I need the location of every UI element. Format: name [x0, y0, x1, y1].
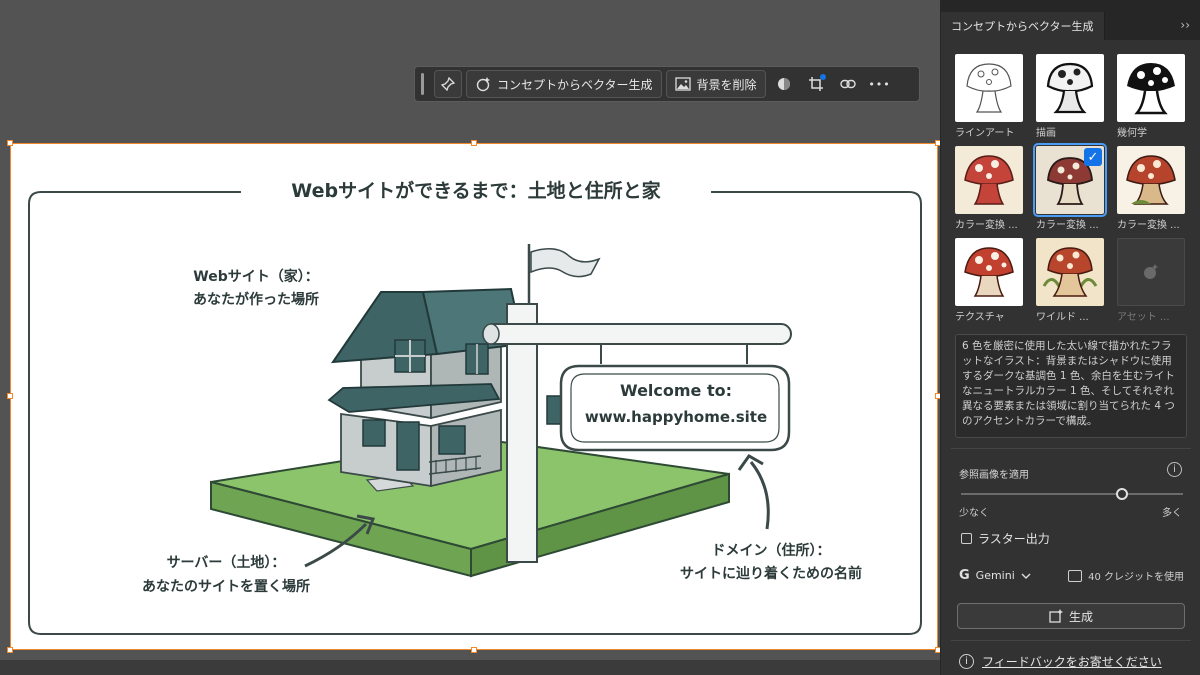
style-thumbnail [1117, 146, 1185, 214]
style-thumbnail [1036, 238, 1104, 306]
panel-tab-bar: コンセプトからベクター生成 ›› [941, 0, 1200, 40]
website-label-line1: Webサイト（家）： [193, 269, 319, 285]
sign-text-line2: www.happyhome.site [584, 408, 768, 426]
prompt-textarea[interactable]: 6 色を厳密に使用した太い線で描かれたフラットなイラスト：背景またはシャドウに使… [955, 334, 1187, 438]
server-label-line2: あなたのサイトを置く場所 [142, 579, 310, 595]
style-presets-grid: ラインアート 描画 幾何学 カラー変換 ... ✓ カラー変換 ... カラー変… [955, 54, 1187, 322]
style-preset-label: ワイルド ... [1036, 312, 1089, 322]
info-icon: i [959, 654, 974, 669]
credits-icon [1068, 569, 1083, 582]
checkbox-box[interactable] [961, 533, 972, 544]
pin-icon[interactable] [434, 70, 462, 98]
style-thumbnail [1117, 238, 1185, 306]
google-g-icon: G [959, 568, 970, 583]
domain-label-line1: ドメイン（住所）： [711, 543, 831, 559]
link-icon[interactable] [834, 70, 862, 98]
style-preset-drawing[interactable]: 描画 [1036, 54, 1106, 138]
style-thumbnail [1117, 54, 1185, 122]
image-icon [674, 77, 691, 91]
collapse-panel-icon[interactable]: ›› [1180, 18, 1190, 32]
concept-to-vector-button[interactable]: コンセプトからベクター生成 [466, 70, 662, 98]
reference-image-label: 参照画像を適用 [959, 470, 1029, 481]
generative-ai-icon [476, 77, 490, 92]
concept-to-vector-panel: コンセプトからベクター生成 ›› ラインアート 描画 幾何学 カラー変換 ...… [940, 0, 1200, 675]
style-preset-wild[interactable]: ワイルド ... [1036, 238, 1106, 322]
generate-icon [1049, 609, 1063, 623]
style-preset-asset[interactable]: アセット ... [1117, 238, 1187, 322]
domain-label-line2: サイトに辿り着くための名前 [680, 566, 862, 582]
model-selector[interactable]: G Gemini [959, 568, 1031, 583]
style-preset-label: 描画 [1036, 128, 1056, 138]
slider-max-label: 多く [1162, 508, 1182, 519]
slider-min-label: 少なく [959, 508, 989, 519]
reference-strength-slider[interactable] [961, 487, 1183, 501]
concept-to-vector-label: コンセプトからベクター生成 [497, 77, 653, 92]
generate-button[interactable]: 生成 [957, 603, 1185, 629]
canvas-bottom-bar [0, 660, 940, 675]
style-preset-color-3[interactable]: カラー変換 ... [1117, 146, 1187, 230]
style-thumbnail [955, 146, 1023, 214]
artboard[interactable]: Webサイトができるまで：土地と住所と家 Webサイト（家）： あなたが作った場… [7, 140, 941, 653]
style-preset-label: カラー変換 ... [1036, 220, 1099, 230]
info-icon[interactable]: i [1167, 462, 1182, 477]
contextual-task-bar: コンセプトからベクター生成 背景を削除 ••• [414, 66, 920, 102]
sign-text-line1: Welcome to: [619, 381, 733, 400]
style-preset-texture[interactable]: テクスチャ [955, 238, 1025, 322]
style-thumbnail: ✓ [1033, 143, 1107, 217]
style-preset-color-2[interactable]: ✓ カラー変換 ... [1033, 143, 1107, 230]
notification-dot [819, 74, 826, 80]
style-preset-label: アセット ... [1117, 312, 1170, 322]
credits-label: 40 クレジットを使用 [1088, 572, 1184, 583]
remove-background-label: 背景を削除 [696, 77, 757, 92]
raster-output-label: ラスター出力 [978, 532, 1050, 546]
website-label-line2: あなたが作った場所 [193, 292, 319, 308]
style-preset-label: ラインアート [955, 128, 1015, 138]
style-preset-label: テクスチャ [955, 312, 1005, 322]
model-name: Gemini [975, 569, 1015, 582]
selected-check-icon: ✓ [1084, 148, 1102, 166]
chevron-down-icon [1021, 573, 1031, 579]
style-preset-geometric[interactable]: 幾何学 [1117, 54, 1187, 138]
style-thumbnail [955, 238, 1023, 306]
panel-divider [951, 448, 1191, 449]
remove-background-button[interactable]: 背景を削除 [665, 70, 766, 98]
panel-tab[interactable]: コンセプトからベクター生成 [941, 12, 1105, 40]
style-preset-label: 幾何学 [1117, 128, 1147, 138]
generate-label: 生成 [1068, 609, 1093, 624]
recolor-icon[interactable] [770, 70, 798, 98]
style-preset-label: カラー変換 ... [1117, 220, 1180, 230]
artwork-title: Webサイトができるまで：土地と住所と家 [251, 176, 701, 203]
feedback-link[interactable]: i フィードバックをお寄せください [959, 653, 1162, 670]
credits-info: 40 クレジットを使用 [1068, 568, 1184, 583]
canvas-workspace[interactable]: コンセプトからベクター生成 背景を削除 ••• Webサイトができるまで：土地と… [0, 0, 941, 675]
more-options-icon[interactable]: ••• [866, 70, 894, 98]
style-thumbnail [955, 54, 1023, 122]
crop-icon[interactable] [802, 70, 830, 98]
slider-track[interactable] [961, 493, 1183, 495]
taskbar-grip-handle[interactable] [421, 73, 424, 95]
style-preset-label: カラー変換 ... [955, 220, 1018, 230]
style-thumbnail [1036, 54, 1104, 122]
server-label-line1: サーバー（土地）： [166, 555, 286, 571]
feedback-label: フィードバックをお寄せください [982, 655, 1162, 669]
raster-output-checkbox[interactable]: ラスター出力 [961, 530, 1050, 547]
slider-handle[interactable] [1116, 488, 1129, 500]
style-preset-color-1[interactable]: カラー変換 ... [955, 146, 1025, 230]
style-preset-line-art[interactable]: ラインアート [955, 54, 1025, 138]
add-asset-icon [1144, 264, 1158, 279]
panel-divider [951, 640, 1191, 641]
